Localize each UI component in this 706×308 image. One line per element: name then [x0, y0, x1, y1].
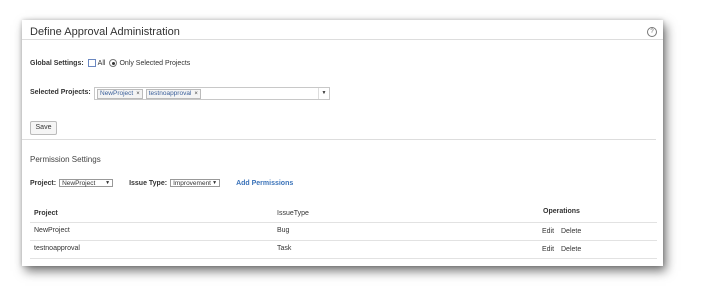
- global-settings-row: Global Settings: All Only Selected Proje…: [30, 59, 190, 67]
- edit-link[interactable]: Edit: [542, 246, 554, 253]
- cell-issue-type: Task: [277, 245, 292, 252]
- project-chip: NewProject ×: [97, 88, 143, 99]
- issue-type-select[interactable]: Improvement ▼: [170, 179, 221, 187]
- column-header-project: Project: [34, 210, 58, 217]
- title-divider: [22, 39, 663, 40]
- issue-type-select-value: Improvement: [173, 179, 211, 187]
- selected-projects-label: Selected Projects:: [30, 89, 91, 96]
- only-selected-radio[interactable]: [109, 59, 118, 67]
- issue-type-label: Issue Type:: [129, 179, 168, 187]
- project-label: Project:: [30, 179, 57, 187]
- table-divider: [30, 240, 657, 241]
- table-divider: [30, 222, 657, 223]
- table-divider: [30, 258, 657, 259]
- edit-link[interactable]: Edit: [542, 228, 554, 235]
- project-chip: testnoapproval ×: [145, 88, 201, 99]
- permission-filters-row: Project: NewProject ▼ Issue Type: Improv…: [30, 179, 293, 187]
- add-permissions-link[interactable]: Add Permissions: [236, 180, 293, 187]
- only-selected-label: Only Selected Projects: [119, 59, 191, 67]
- remove-chip-icon[interactable]: ×: [136, 91, 140, 97]
- section-divider: [22, 139, 656, 140]
- global-settings-label: Global Settings:: [30, 59, 84, 67]
- cell-issue-type: Bug: [277, 227, 290, 234]
- save-button[interactable]: Save: [30, 121, 57, 135]
- help-icon[interactable]: ?: [647, 27, 657, 37]
- delete-link[interactable]: Delete: [561, 246, 581, 253]
- selected-projects-row: Selected Projects:: [30, 89, 91, 96]
- all-checkbox[interactable]: [87, 59, 96, 67]
- project-select-value: NewProject: [62, 179, 96, 187]
- approval-admin-panel: Define Approval Administration ? Global …: [22, 20, 663, 266]
- chevron-down-icon: ▼: [105, 180, 111, 186]
- chevron-down-icon: ▼: [212, 180, 218, 186]
- column-header-operations: Operations: [543, 208, 580, 215]
- project-select[interactable]: NewProject ▼: [59, 179, 114, 187]
- selected-projects-multiselect[interactable]: NewProject × testnoapproval × ▼: [94, 87, 330, 100]
- cell-project: NewProject: [34, 227, 70, 234]
- page-title: Define Approval Administration: [30, 26, 180, 38]
- project-chip-label: testnoapproval: [148, 90, 192, 97]
- permission-settings-title: Permission Settings: [30, 155, 101, 164]
- cell-project: testnoapproval: [34, 245, 80, 252]
- column-header-issuetype: IssueType: [277, 210, 309, 217]
- chevron-down-icon[interactable]: ▼: [318, 88, 329, 99]
- remove-chip-icon[interactable]: ×: [194, 91, 198, 97]
- delete-link[interactable]: Delete: [561, 228, 581, 235]
- project-chip-label: NewProject: [100, 90, 134, 97]
- all-label: All: [97, 59, 106, 67]
